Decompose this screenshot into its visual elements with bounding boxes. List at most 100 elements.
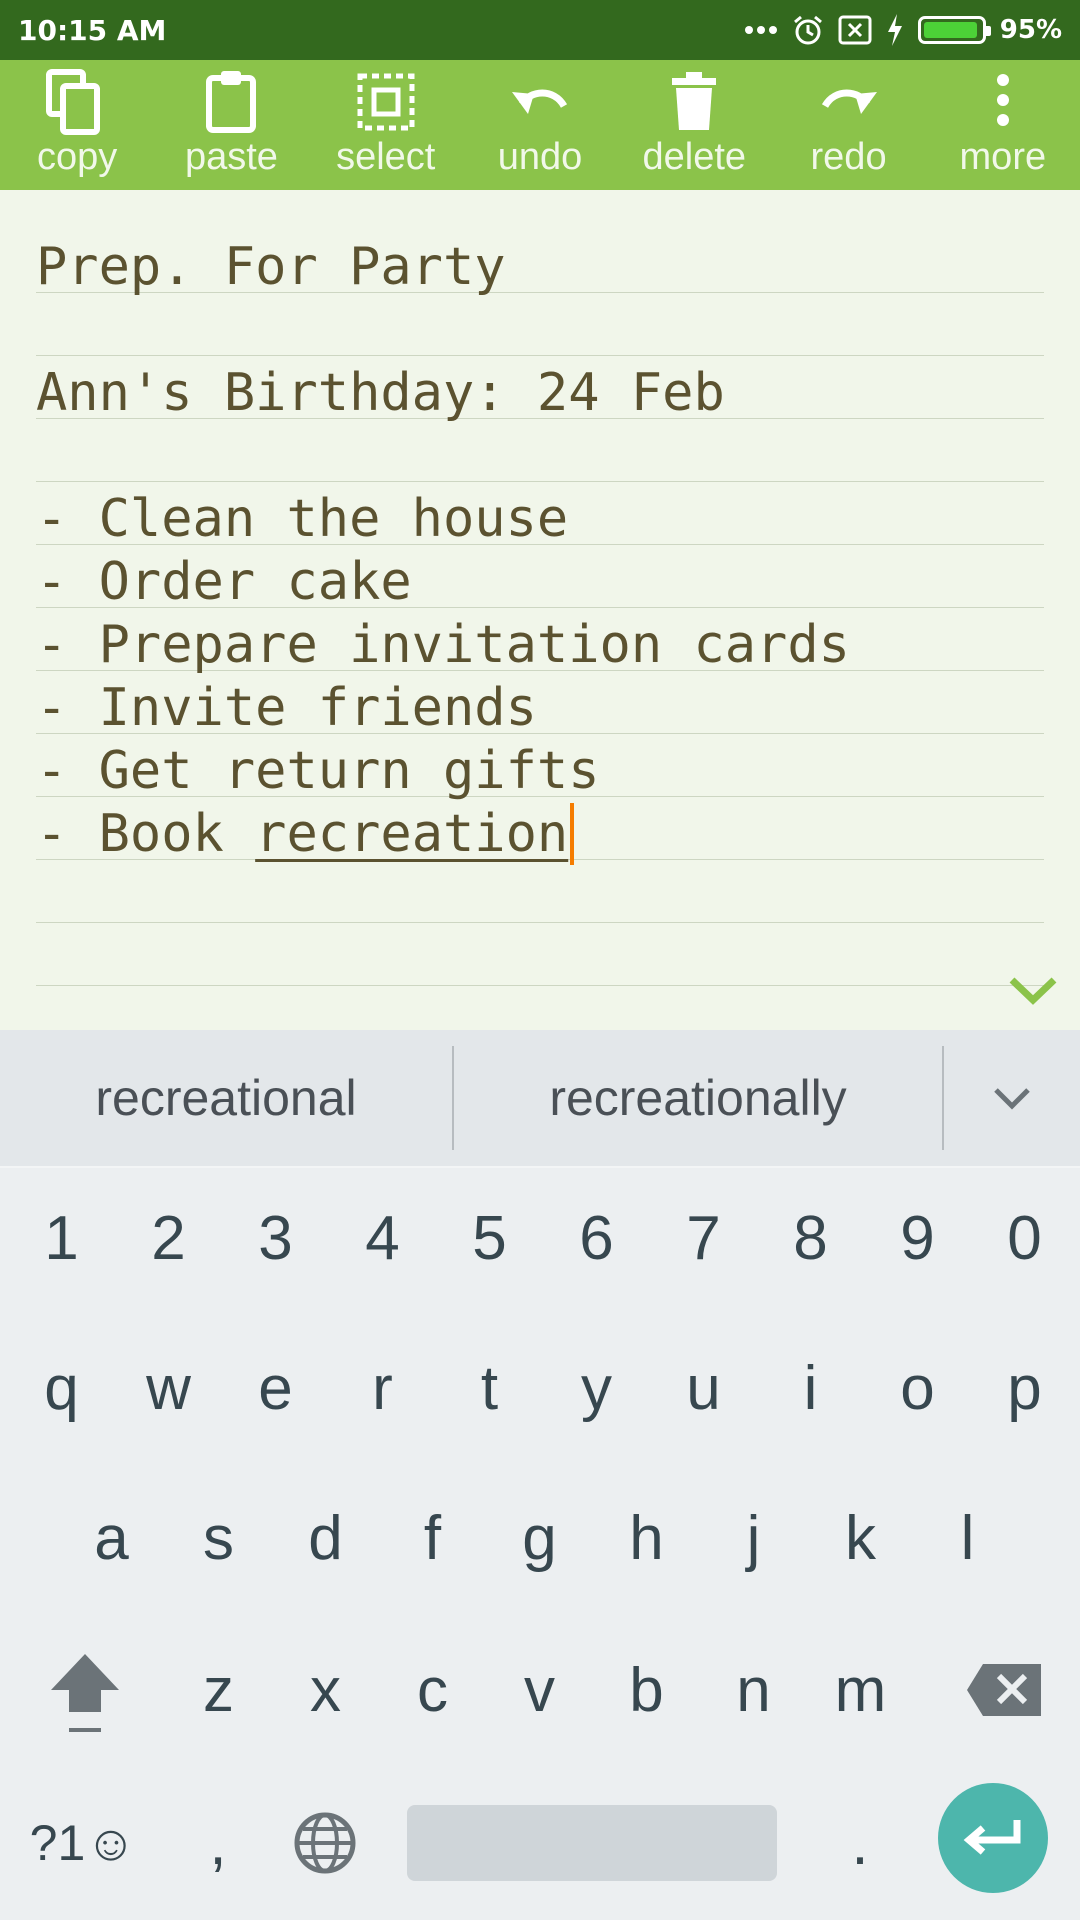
letter-row-3: zxcvbnm bbox=[0, 1620, 1080, 1760]
key-y[interactable]: y bbox=[543, 1318, 650, 1458]
key-s[interactable]: s bbox=[165, 1468, 272, 1608]
key-0[interactable]: 0 bbox=[971, 1168, 1078, 1308]
bottom-row: ?1☺ , . bbox=[0, 1773, 1080, 1913]
note-line[interactable]: - Order cake bbox=[36, 545, 1044, 612]
shift-icon bbox=[51, 1654, 119, 1732]
key-l[interactable]: l bbox=[914, 1468, 1021, 1608]
delete-label: delete bbox=[642, 136, 747, 178]
key-m[interactable]: m bbox=[807, 1620, 914, 1760]
key-4[interactable]: 4 bbox=[329, 1168, 436, 1308]
key-t[interactable]: t bbox=[436, 1318, 543, 1458]
note-line[interactable] bbox=[36, 860, 1044, 923]
charging-icon bbox=[886, 14, 904, 46]
more-button[interactable]: more bbox=[926, 60, 1080, 190]
key-9[interactable]: 9 bbox=[864, 1168, 971, 1308]
key-z[interactable]: z bbox=[165, 1620, 272, 1760]
last-line-prefix: - Book bbox=[36, 804, 256, 864]
note-line[interactable] bbox=[36, 293, 1044, 356]
note-text-area[interactable]: Prep. For Party Ann's Birthday: 24 Feb -… bbox=[36, 230, 1044, 986]
status-time: 10:15 AM bbox=[18, 13, 167, 47]
letter-row-1: qwertyuiop bbox=[0, 1318, 1080, 1458]
composing-word: recreation bbox=[255, 804, 569, 864]
key-i[interactable]: i bbox=[757, 1318, 864, 1458]
alarm-icon bbox=[792, 14, 824, 46]
key-1[interactable]: 1 bbox=[8, 1168, 115, 1308]
key-v[interactable]: v bbox=[486, 1620, 593, 1760]
copy-button[interactable]: copy bbox=[0, 60, 154, 190]
collapse-chevron-icon[interactable] bbox=[1008, 970, 1058, 1010]
note-editor[interactable]: Prep. For Party Ann's Birthday: 24 Feb -… bbox=[0, 190, 1080, 1030]
key-n[interactable]: n bbox=[700, 1620, 807, 1760]
key-3[interactable]: 3 bbox=[222, 1168, 329, 1308]
enter-icon bbox=[963, 1820, 1021, 1855]
note-line[interactable]: Prep. For Party bbox=[36, 230, 1044, 297]
battery-icon bbox=[917, 16, 991, 44]
select-label: select bbox=[336, 136, 436, 178]
key-2[interactable]: 2 bbox=[115, 1168, 222, 1308]
status-icons: 95% bbox=[744, 14, 1062, 46]
paste-button[interactable]: paste bbox=[154, 60, 308, 190]
delete-icon bbox=[672, 72, 717, 130]
key-8[interactable]: 8 bbox=[757, 1168, 864, 1308]
key-x[interactable]: x bbox=[272, 1620, 379, 1760]
key-6[interactable]: 6 bbox=[543, 1168, 650, 1308]
status-bar: 10:15 AM 95% bbox=[0, 0, 1080, 60]
backspace-key[interactable] bbox=[950, 1620, 1060, 1760]
suggestion-bar: recreational recreationally bbox=[0, 1030, 1080, 1168]
note-line[interactable]: - Prepare invitation cards bbox=[36, 608, 1044, 675]
key-a[interactable]: a bbox=[58, 1468, 165, 1608]
key-r[interactable]: r bbox=[329, 1318, 436, 1458]
more-label: more bbox=[959, 136, 1047, 178]
chevron-down-icon bbox=[994, 1088, 1030, 1110]
space-bar[interactable] bbox=[407, 1805, 777, 1881]
copy-label: copy bbox=[37, 136, 118, 178]
shift-key[interactable] bbox=[30, 1620, 140, 1760]
no-sim-icon bbox=[838, 15, 872, 45]
note-title: Prep. For Party bbox=[36, 237, 506, 297]
note-line[interactable]: Ann's Birthday: 24 Feb bbox=[36, 356, 1044, 423]
language-key[interactable] bbox=[275, 1773, 375, 1913]
redo-label: redo bbox=[810, 136, 887, 178]
key-p[interactable]: p bbox=[971, 1318, 1078, 1458]
key-j[interactable]: j bbox=[700, 1468, 807, 1608]
undo-button[interactable]: undo bbox=[463, 60, 617, 190]
key-o[interactable]: o bbox=[864, 1318, 971, 1458]
suggestion-1[interactable]: recreational bbox=[0, 1030, 452, 1166]
note-line[interactable] bbox=[36, 923, 1044, 986]
key-c[interactable]: c bbox=[379, 1620, 486, 1760]
key-g[interactable]: g bbox=[486, 1468, 593, 1608]
note-line-current[interactable]: - Book recreation bbox=[36, 797, 1044, 865]
delete-button[interactable]: delete bbox=[617, 60, 771, 190]
period-key[interactable]: . bbox=[810, 1773, 910, 1913]
select-button[interactable]: select bbox=[309, 60, 463, 190]
note-line[interactable]: - Clean the house bbox=[36, 482, 1044, 549]
symbols-key[interactable]: ?1☺ bbox=[18, 1773, 148, 1913]
expand-suggestions-button[interactable] bbox=[944, 1085, 1080, 1111]
key-b[interactable]: b bbox=[593, 1620, 700, 1760]
text-cursor bbox=[570, 803, 575, 865]
key-w[interactable]: w bbox=[115, 1318, 222, 1458]
key-k[interactable]: k bbox=[807, 1468, 914, 1608]
key-e[interactable]: e bbox=[222, 1318, 329, 1458]
note-line[interactable] bbox=[36, 419, 1044, 482]
soft-keyboard: 1234567890 qwertyuiop asdfghjkl zxcvbnm … bbox=[0, 1168, 1080, 1920]
paste-label: paste bbox=[184, 136, 278, 178]
globe-icon bbox=[294, 1812, 356, 1874]
key-5[interactable]: 5 bbox=[436, 1168, 543, 1308]
undo-icon bbox=[511, 89, 568, 114]
key-d[interactable]: d bbox=[272, 1468, 379, 1608]
note-line[interactable]: - Invite friends bbox=[36, 671, 1044, 738]
key-q[interactable]: q bbox=[8, 1318, 115, 1458]
enter-button[interactable] bbox=[938, 1783, 1048, 1893]
backspace-icon bbox=[967, 1664, 1041, 1716]
key-h[interactable]: h bbox=[593, 1468, 700, 1608]
redo-button[interactable]: redo bbox=[771, 60, 925, 190]
key-u[interactable]: u bbox=[650, 1318, 757, 1458]
undo-label: undo bbox=[497, 136, 583, 178]
comma-key[interactable]: , bbox=[168, 1773, 268, 1913]
suggestion-2[interactable]: recreationally bbox=[454, 1030, 942, 1166]
key-f[interactable]: f bbox=[379, 1468, 486, 1608]
note-line[interactable]: - Get return gifts bbox=[36, 734, 1044, 801]
more-vertical-icon bbox=[996, 74, 1009, 126]
key-7[interactable]: 7 bbox=[650, 1168, 757, 1308]
